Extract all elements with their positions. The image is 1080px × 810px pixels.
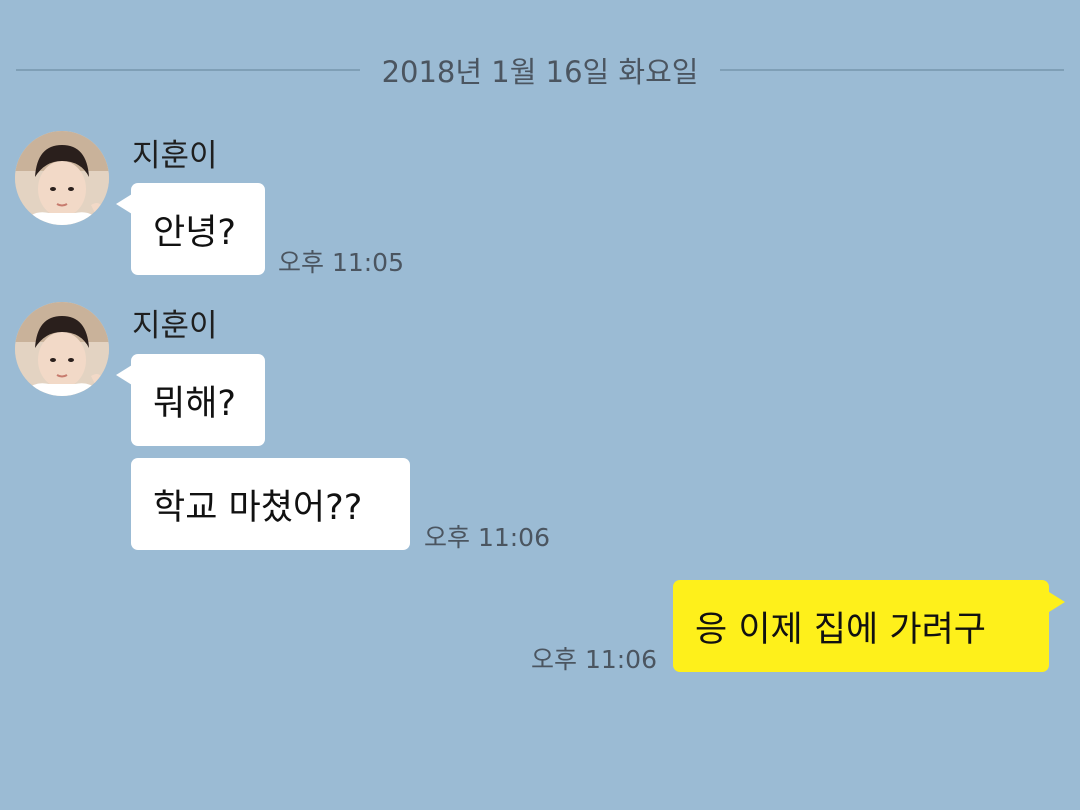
- message-bubble[interactable]: 안녕?: [131, 183, 265, 275]
- date-divider: 2018년 1월 16일 화요일: [16, 48, 1065, 92]
- avatar[interactable]: [15, 131, 109, 225]
- bubble-tail: [1049, 592, 1065, 612]
- divider-line-left: [16, 69, 360, 71]
- message-bubble[interactable]: 응 이제 집에 가려구: [673, 580, 1049, 672]
- sender-name: 지훈이: [132, 138, 218, 174]
- bubble-tail: [116, 365, 132, 385]
- profile-photo-icon: [15, 302, 109, 396]
- message-time: 오후 11:06: [424, 523, 550, 552]
- sender-name: 지훈이: [132, 308, 218, 344]
- message-bubble[interactable]: 뭐해?: [131, 354, 265, 446]
- divider-line-right: [720, 69, 1065, 71]
- message-time: 오후 11:06: [531, 645, 657, 674]
- date-label: 2018년 1월 16일 화요일: [381, 55, 699, 89]
- message-time: 오후 11:05: [278, 248, 404, 277]
- avatar[interactable]: [15, 302, 109, 396]
- message-bubble[interactable]: 학교 마쳤어??: [131, 458, 410, 550]
- bubble-tail: [116, 194, 132, 214]
- profile-photo-icon: [15, 131, 109, 225]
